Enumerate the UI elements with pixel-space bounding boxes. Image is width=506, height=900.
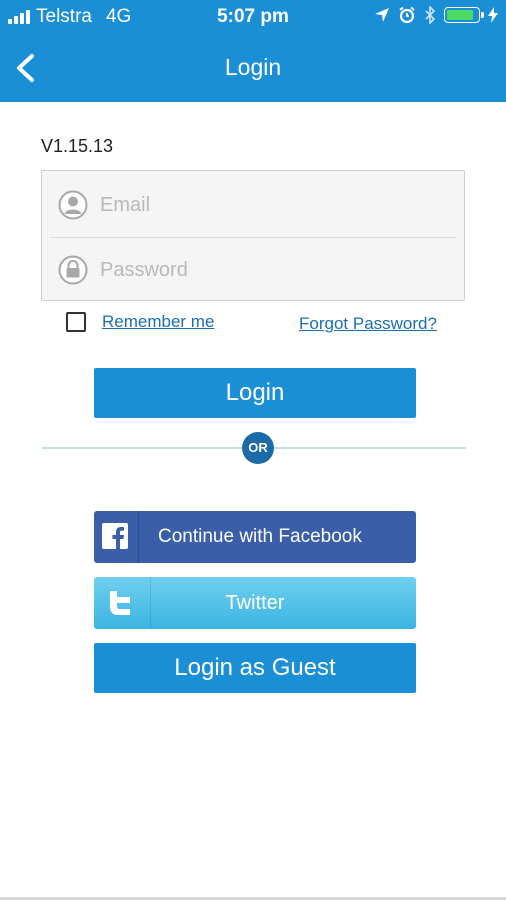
forgot-password-link[interactable]: Forgot Password? [299, 314, 437, 334]
battery-icon [444, 7, 484, 23]
status-right [374, 6, 498, 24]
lock-icon [58, 255, 88, 285]
version-label: V1.15.13 [41, 136, 114, 156]
email-field-row [42, 173, 464, 237]
facebook-icon [102, 523, 128, 549]
page-title: Login [224, 54, 282, 80]
email-input[interactable] [100, 193, 420, 217]
password-input[interactable] [100, 258, 420, 282]
divider-line-left [42, 447, 242, 449]
facebook-login-button[interactable]: Continue with Facebook [94, 511, 416, 563]
charging-bolt-icon [488, 7, 498, 23]
guest-login-button[interactable]: Login as Guest [94, 643, 416, 693]
remember-me-checkbox[interactable] [66, 312, 86, 332]
status-bar: Telstra 4G 5:07 pm [0, 0, 506, 36]
alarm-icon [399, 6, 415, 24]
twitter-login-button[interactable]: Twitter [94, 577, 416, 629]
remember-me-label[interactable]: Remember me [102, 312, 214, 332]
user-icon [58, 190, 88, 220]
location-arrow-icon [375, 8, 389, 22]
facebook-button-label: Continue with Facebook [158, 526, 362, 547]
facebook-separator [138, 511, 139, 563]
battery-fill [447, 10, 473, 20]
password-field-row [42, 238, 464, 302]
login-form [41, 170, 465, 301]
remember-me-toggle[interactable]: Remember me [66, 312, 214, 332]
twitter-separator [150, 577, 151, 629]
login-button[interactable]: Login [94, 368, 416, 418]
twitter-button-label: Twitter [225, 592, 285, 614]
nav-bar: Login [0, 36, 506, 102]
bluetooth-icon [425, 6, 436, 24]
or-badge: OR [242, 432, 274, 464]
divider-line-right [274, 447, 466, 449]
twitter-icon [110, 591, 130, 615]
